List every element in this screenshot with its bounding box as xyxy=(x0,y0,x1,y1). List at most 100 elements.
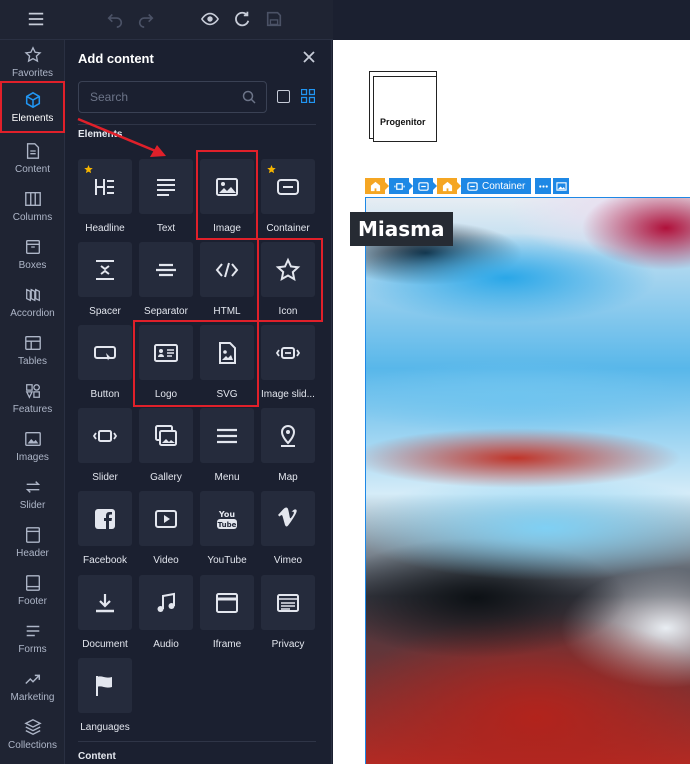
logo-frame xyxy=(373,76,437,142)
rail-item-elements[interactable]: Elements xyxy=(0,81,65,133)
panel-title: Add content xyxy=(78,51,154,66)
accordion-icon xyxy=(24,286,42,304)
tile-iframe[interactable] xyxy=(200,575,254,630)
tile-button[interactable] xyxy=(78,325,132,380)
rail-item-forms[interactable]: Forms xyxy=(0,618,65,662)
menu-icon xyxy=(217,428,237,443)
breadcrumb-section[interactable] xyxy=(437,178,461,194)
tile-spacer[interactable] xyxy=(78,242,132,297)
breadcrumb-container[interactable] xyxy=(413,178,437,194)
rail-item-columns[interactable]: Columns xyxy=(0,186,65,230)
slider-icon xyxy=(92,429,118,442)
tile-image-slider[interactable] xyxy=(261,325,315,380)
redo-icon[interactable] xyxy=(135,8,157,30)
category-rail: Favorites Elements Content Columns Boxes… xyxy=(0,40,65,764)
eye-icon[interactable] xyxy=(199,8,221,30)
save-icon[interactable] xyxy=(263,8,285,30)
text-icon xyxy=(157,178,175,196)
list-view-icon[interactable] xyxy=(277,90,290,103)
svg-text:You: You xyxy=(218,510,236,519)
svg-icon xyxy=(219,341,236,364)
tile-document[interactable] xyxy=(78,575,132,630)
forms-icon xyxy=(24,622,42,640)
facebook-icon xyxy=(95,508,115,529)
tile-video[interactable] xyxy=(139,491,193,546)
more-icon xyxy=(539,184,548,188)
tile-icon[interactable] xyxy=(261,242,315,297)
breadcrumb: Container xyxy=(365,178,573,194)
breadcrumb-container-labeled[interactable]: Container xyxy=(461,178,532,194)
grid-view-icon[interactable] xyxy=(300,88,316,104)
refresh-icon[interactable] xyxy=(231,8,253,30)
add-content-panel: Add content Elements Headline Text Image… xyxy=(66,40,332,764)
music-icon xyxy=(157,592,175,612)
youtube-icon: You Tube xyxy=(217,510,237,529)
tile-separator[interactable] xyxy=(139,242,193,297)
gallery-icon xyxy=(155,424,177,446)
rail-item-features[interactable]: Features xyxy=(0,378,65,422)
rail-item-header[interactable]: Header xyxy=(0,522,65,566)
undo-icon[interactable] xyxy=(104,8,126,30)
rail-item-tables[interactable]: Tables xyxy=(0,330,65,374)
button-icon xyxy=(94,345,116,360)
breadcrumb-slider[interactable] xyxy=(389,178,413,194)
video-icon xyxy=(155,509,177,528)
section-label-elements: Elements xyxy=(78,129,123,140)
logo-text: Progenitor xyxy=(380,117,426,127)
document-icon xyxy=(24,142,42,160)
rail-item-content[interactable]: Content xyxy=(0,138,65,182)
trend-icon xyxy=(24,670,42,688)
download-icon xyxy=(96,593,114,612)
tile-facebook[interactable] xyxy=(78,491,132,546)
logo-icon xyxy=(154,343,178,362)
tile-youtube[interactable]: You Tube xyxy=(200,491,254,546)
rail-item-collections[interactable]: Collections xyxy=(0,714,65,758)
top-toolbar xyxy=(0,0,333,40)
box-icon xyxy=(24,238,42,256)
layers-icon xyxy=(23,718,42,736)
site-logo[interactable]: Progenitor xyxy=(369,71,441,143)
tile-map[interactable] xyxy=(261,408,315,463)
section-label-content: Content xyxy=(78,751,116,762)
tile-vimeo[interactable] xyxy=(261,491,315,546)
search-input[interactable] xyxy=(90,82,240,112)
close-icon[interactable] xyxy=(301,49,317,65)
tile-audio[interactable] xyxy=(139,575,193,630)
more-options-button[interactable] xyxy=(535,178,552,194)
menu-icon[interactable] xyxy=(25,8,47,30)
rail-item-boxes[interactable]: Boxes xyxy=(0,234,65,278)
tile-image[interactable] xyxy=(200,159,254,214)
tile-text[interactable] xyxy=(139,159,193,214)
breadcrumb-section[interactable] xyxy=(365,178,389,194)
tile-languages[interactable] xyxy=(78,658,132,713)
hero-heading[interactable]: Miasma xyxy=(350,212,453,246)
arrows-icon xyxy=(24,478,42,496)
tile-menu[interactable] xyxy=(200,408,254,463)
page-canvas: Progenitor Container Miasma xyxy=(333,40,690,764)
tile-svg[interactable] xyxy=(200,325,254,380)
rail-item-accordion[interactable]: Accordion xyxy=(0,282,65,326)
headline-icon xyxy=(95,178,114,195)
tile-html[interactable] xyxy=(200,242,254,297)
rail-item-slider[interactable]: Slider xyxy=(0,474,65,518)
cube-icon xyxy=(24,91,42,109)
code-icon xyxy=(215,262,239,277)
section-icon xyxy=(370,181,380,191)
rail-item-favorites[interactable]: Favorites xyxy=(0,42,65,86)
rail-item-footer[interactable]: Footer xyxy=(0,570,65,614)
privacy-icon xyxy=(277,593,299,612)
footer-icon xyxy=(24,574,42,592)
image-element-button[interactable] xyxy=(553,178,570,194)
search-icon xyxy=(242,90,256,104)
tile-slider[interactable] xyxy=(78,408,132,463)
iframe-icon xyxy=(216,592,238,613)
favorite-star-icon xyxy=(267,165,276,174)
rail-item-images[interactable]: Images xyxy=(0,426,65,470)
separator-icon xyxy=(156,263,176,276)
tile-privacy[interactable] xyxy=(261,575,315,630)
hero-image[interactable] xyxy=(365,197,690,764)
rail-item-marketing[interactable]: Marketing xyxy=(0,666,65,710)
favorite-star-icon xyxy=(84,165,93,174)
tile-gallery[interactable] xyxy=(139,408,193,463)
tile-logo[interactable] xyxy=(139,325,193,380)
